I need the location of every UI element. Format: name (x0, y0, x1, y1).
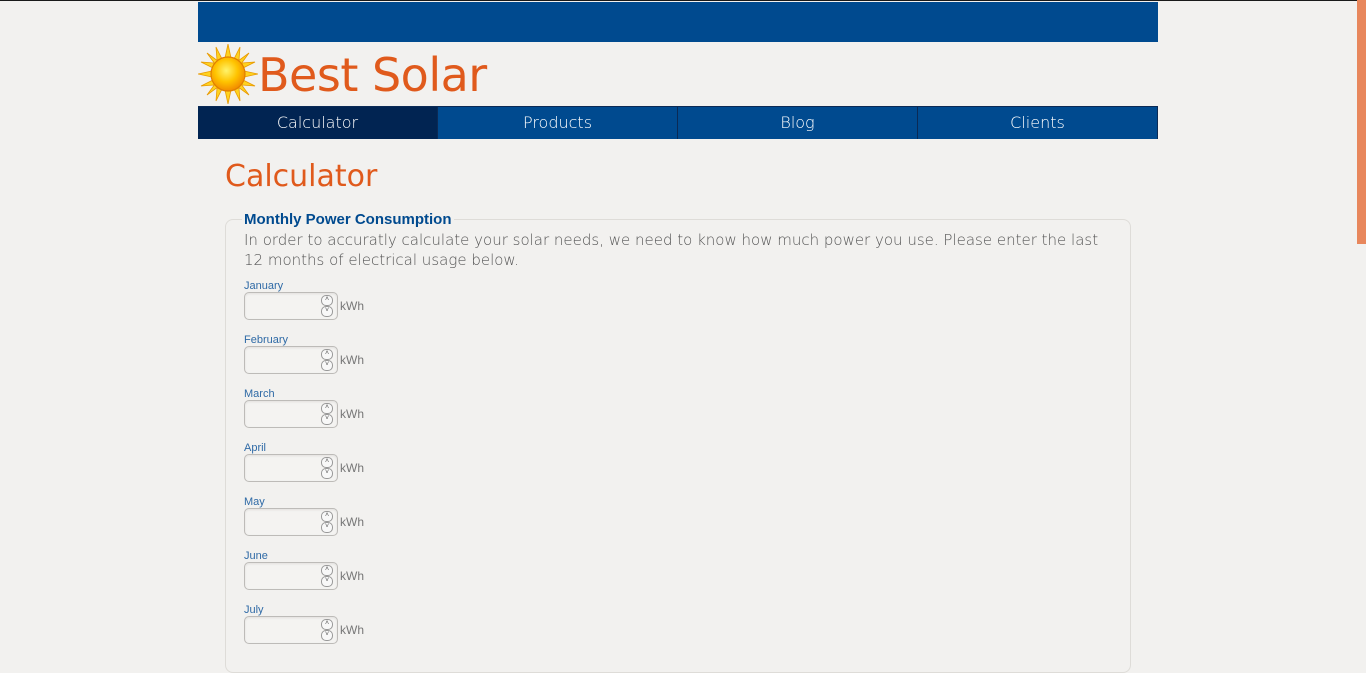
top-banner (198, 2, 1158, 42)
page-title: Calculator (225, 159, 378, 194)
month-field-april: April ˄ ˅ kWh (244, 442, 1112, 496)
chevron-down-icon[interactable]: ˅ (321, 468, 333, 479)
june-kwh-input[interactable]: ˄ ˅ (244, 562, 338, 590)
chevron-down-icon[interactable]: ˅ (321, 576, 333, 587)
nav-item-calculator[interactable]: Calculator (198, 107, 438, 139)
chevron-down-icon[interactable]: ˅ (321, 360, 333, 371)
chevron-up-icon[interactable]: ˄ (321, 457, 333, 468)
fieldset-legend: Monthly Power Consumption (244, 211, 452, 228)
main-content: Calculator Monthly Power Consumption In … (198, 159, 1158, 673)
march-kwh-input[interactable]: ˄ ˅ (244, 400, 338, 428)
chevron-up-icon[interactable]: ˄ (321, 295, 333, 306)
unit-label: kWh (340, 623, 364, 637)
chevron-up-icon[interactable]: ˄ (321, 619, 333, 630)
may-kwh-input[interactable]: ˄ ˅ (244, 508, 338, 536)
month-field-january: January ˄ ˅ kWh (244, 280, 1112, 334)
nav-item-products[interactable]: Products (438, 107, 678, 139)
month-label: July (244, 604, 264, 616)
month-field-march: March ˄ ˅ kWh (244, 388, 1112, 442)
unit-label: kWh (340, 353, 364, 367)
site-title[interactable]: Best Solar (258, 47, 487, 103)
sun-icon (198, 44, 258, 104)
february-kwh-input[interactable]: ˄ ˅ (244, 346, 338, 374)
unit-label: kWh (340, 299, 364, 313)
unit-label: kWh (340, 515, 364, 529)
chevron-up-icon[interactable]: ˄ (321, 565, 333, 576)
chevron-up-icon[interactable]: ˄ (321, 349, 333, 360)
month-label: April (244, 442, 267, 454)
chevron-up-icon[interactable]: ˄ (321, 511, 333, 522)
month-label: May (244, 496, 265, 508)
month-label: February (244, 334, 289, 346)
month-field-february: February ˄ ˅ kWh (244, 334, 1112, 388)
chevron-up-icon[interactable]: ˄ (321, 403, 333, 414)
chevron-down-icon[interactable]: ˅ (321, 414, 333, 425)
month-field-june: June ˄ ˅ kWh (244, 550, 1112, 604)
month-field-may: May ˄ ˅ kWh (244, 496, 1112, 550)
power-consumption-fieldset: Monthly Power Consumption In order to ac… (225, 211, 1131, 673)
chevron-down-icon[interactable]: ˅ (321, 522, 333, 533)
chevron-down-icon[interactable]: ˅ (321, 630, 333, 641)
july-kwh-input[interactable]: ˄ ˅ (244, 616, 338, 644)
month-label: June (244, 550, 268, 562)
unit-label: kWh (340, 407, 364, 421)
january-kwh-input[interactable]: ˄ ˅ (244, 292, 338, 320)
unit-label: kWh (340, 461, 364, 475)
month-label: March (244, 388, 275, 400)
intro-text: In order to accuratly calculate your sol… (244, 231, 1099, 269)
nav-item-clients[interactable]: Clients (918, 107, 1158, 139)
month-label: January (244, 280, 284, 292)
april-kwh-input[interactable]: ˄ ˅ (244, 454, 338, 482)
unit-label: kWh (340, 569, 364, 583)
scrollbar-thumb[interactable] (1357, 0, 1366, 244)
main-nav: Calculator Products Blog Clients (198, 106, 1158, 139)
brand-header: Best Solar (198, 42, 1158, 106)
nav-item-blog[interactable]: Blog (678, 107, 918, 139)
page: Best Solar Calculator Products Blog Clie… (198, 0, 1158, 673)
chevron-down-icon[interactable]: ˅ (321, 306, 333, 317)
